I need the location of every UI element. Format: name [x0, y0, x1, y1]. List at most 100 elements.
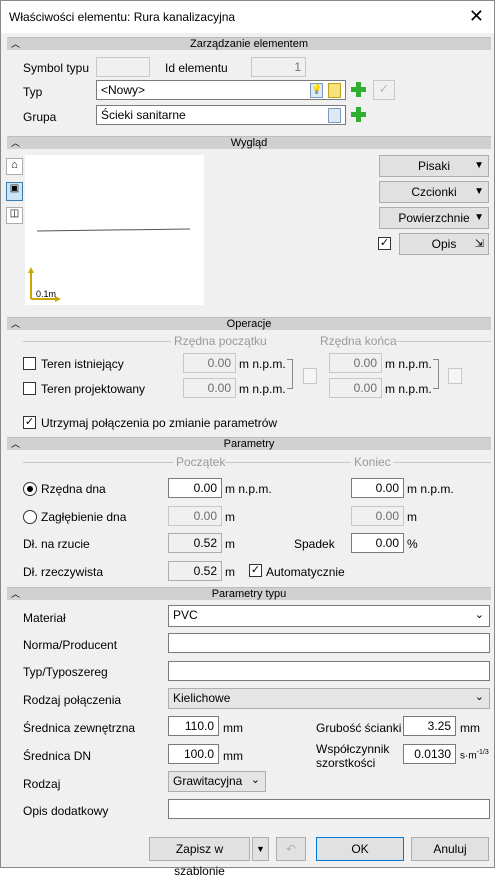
lamp-grupa-icon[interactable] — [328, 108, 341, 123]
bracket-start — [287, 359, 293, 389]
copy-start-icon[interactable] — [303, 368, 317, 384]
close-icon[interactable]: ✕ — [469, 6, 484, 26]
section-parametry-typu-header[interactable]: ︿ Parametry typu — [7, 587, 491, 600]
dl-rzut-value: 0.52 — [168, 533, 222, 553]
rodzaj-combo[interactable]: Grawitacyjna ⌄ — [168, 771, 266, 792]
typ-combo[interactable]: <Nowy> — [96, 80, 346, 100]
pisaki-label: Pisaki — [417, 159, 450, 173]
chevron-up-icon: ︿ — [11, 439, 21, 449]
scale-label: 0.1m — [36, 289, 57, 299]
view-plan-icon[interactable]: ▣ — [6, 182, 23, 201]
chevron-down-icon: ⌄ — [250, 774, 260, 786]
polaczenie-combo[interactable]: Kielichowe ⌄ — [168, 688, 490, 709]
zaglebienie-radio[interactable] — [23, 510, 37, 524]
spadek-input[interactable]: 0.00 — [351, 533, 404, 553]
unit-mm: mm — [223, 721, 243, 735]
lamp-yellow-icon[interactable] — [328, 83, 341, 98]
copy-end-icon[interactable] — [448, 368, 462, 384]
preview-svg — [28, 228, 191, 302]
window-title: Właściwości elementu: Rura kanalizacyjna — [9, 10, 236, 24]
chevron-up-icon: ︿ — [11, 39, 21, 49]
typoszereg-input[interactable] — [168, 661, 490, 681]
anuluj-button[interactable]: Anuluj — [411, 837, 489, 861]
wsp-unit-exp: -1/3 — [476, 749, 489, 756]
pisaki-button[interactable]: Pisaki — [379, 155, 489, 177]
srednica-dn-label: Średnica DN — [23, 749, 92, 763]
teren-projektowany-label: Teren projektowany — [41, 382, 146, 396]
opis-checkbox[interactable]: ✓ — [378, 237, 391, 250]
unit-npm: m n.p.m. — [239, 382, 286, 396]
wsp-unit-base: s·m — [460, 750, 477, 762]
opis-label: Opis — [431, 237, 457, 251]
automatycznie-checkbox[interactable]: ✓ — [249, 564, 262, 577]
title-bar: Właściwości elementu: Rura kanalizacyjna… — [1, 1, 494, 33]
zapisz-szablon-button[interactable]: Zapisz w szablonie — [149, 837, 250, 878]
unit-npm: m n.p.m. — [385, 382, 432, 396]
unit-mm: mm — [223, 749, 243, 763]
wspolczynnik-input[interactable]: 0.0130 — [403, 744, 456, 764]
dialog-window: Właściwości elementu: Rura kanalizacyjna… — [0, 0, 495, 878]
typoszereg-label: Typ/Typoszereg — [23, 665, 108, 679]
utrzymaj-label: Utrzymaj połączenia po zmianie parametró… — [41, 416, 278, 430]
bracket-end — [433, 359, 439, 389]
srednica-dn-input[interactable]: 100.0 — [168, 744, 219, 764]
ok-button[interactable]: OK — [316, 837, 404, 861]
preview-canvas: 0.1m — [25, 155, 204, 305]
export-icon: ⇲ — [474, 238, 484, 250]
rzedna-dna-radio[interactable] — [23, 482, 37, 496]
view-3d-icon[interactable]: ◫ — [6, 207, 23, 224]
opis-button[interactable]: Opis ⇲ — [399, 233, 489, 255]
rzedna-dna-pocz-input[interactable]: 0.00 — [168, 478, 222, 498]
lamp-icon[interactable]: 💡 — [310, 83, 323, 98]
spadek-label: Spadek — [294, 537, 335, 551]
norma-input[interactable] — [168, 633, 490, 653]
powierzchnie-label: Powierzchnie — [398, 211, 470, 225]
rzedna-dna-konc-input[interactable]: 0.00 — [351, 478, 404, 498]
zagl-konc-input: 0.00 — [351, 506, 404, 526]
unit-mm: mm — [460, 721, 480, 735]
section-wyglad-header[interactable]: ︿ Wygląd — [7, 136, 491, 149]
zapisz-dropdown-button[interactable]: ▼ — [252, 837, 269, 861]
section-title: Parametry — [223, 438, 275, 450]
teren-istniejacy-checkbox[interactable] — [23, 357, 36, 370]
add-grupa-icon[interactable] — [350, 106, 367, 123]
czcionki-button[interactable]: Czcionki — [379, 181, 489, 203]
rzedna-poczatku-label: Rzędna początku — [174, 334, 267, 348]
grubosc-input[interactable]: 3.25 — [403, 716, 456, 736]
id-label: Id elementu — [165, 61, 228, 75]
undo-icon: ↶ — [285, 842, 297, 856]
dl-rzecz-value: 0.52 — [168, 561, 222, 581]
section-operacje-header[interactable]: ︿ Operacje — [7, 317, 491, 330]
camera-icon[interactable]: ⌂ — [6, 158, 23, 175]
add-type-icon[interactable] — [350, 81, 367, 98]
typ-value: <Nowy> — [101, 83, 146, 97]
utrzymaj-checkbox[interactable]: ✓ — [23, 416, 36, 429]
teren-projektowany-checkbox[interactable] — [23, 382, 36, 395]
norma-label: Norma/Producent — [23, 638, 118, 652]
undo-button[interactable]: ↶ — [276, 837, 306, 861]
chevron-up-icon: ︿ — [11, 589, 21, 599]
opis-dodatkowy-input[interactable] — [168, 799, 490, 819]
section-parametry-header[interactable]: ︿ Parametry — [7, 437, 491, 450]
material-combo[interactable]: PVC ⌄ — [168, 605, 490, 627]
rodzaj-value: Grawitacyjna — [173, 774, 243, 788]
srednica-zew-input[interactable]: 110.0 — [168, 716, 219, 736]
zapisz-label: Zapisz w szablonie — [174, 842, 225, 878]
typ-label: Typ — [23, 85, 43, 99]
symbol-label: Symbol typu — [23, 61, 90, 75]
zagl-pocz-input: 0.00 — [168, 506, 222, 526]
srednica-zew-label: Średnica zewnętrzna — [23, 721, 136, 735]
grubosc-label: Grubość ścianki — [316, 721, 402, 735]
check-icon[interactable]: ✓ — [373, 80, 395, 100]
section-zarzadzanie-header[interactable]: ︿ Zarządzanie elementem — [7, 37, 491, 50]
grupa-combo[interactable]: Ścieki sanitarne — [96, 105, 346, 125]
ok-label: OK — [351, 842, 369, 856]
grupa-label: Grupa — [23, 110, 57, 124]
opis-dodatkowy-label: Opis dodatkowy — [23, 804, 109, 818]
wsp-unit: s·m-1/3 — [460, 749, 489, 761]
powierzchnie-button[interactable]: Powierzchnie — [379, 207, 489, 229]
rzedna-dna-label: Rzędna dna — [41, 482, 106, 496]
unit-npm: m n.p.m. — [407, 482, 454, 496]
chevron-down-icon: ⌄ — [474, 691, 484, 703]
teren-istn-pocz-input: 0.00 — [183, 353, 236, 373]
